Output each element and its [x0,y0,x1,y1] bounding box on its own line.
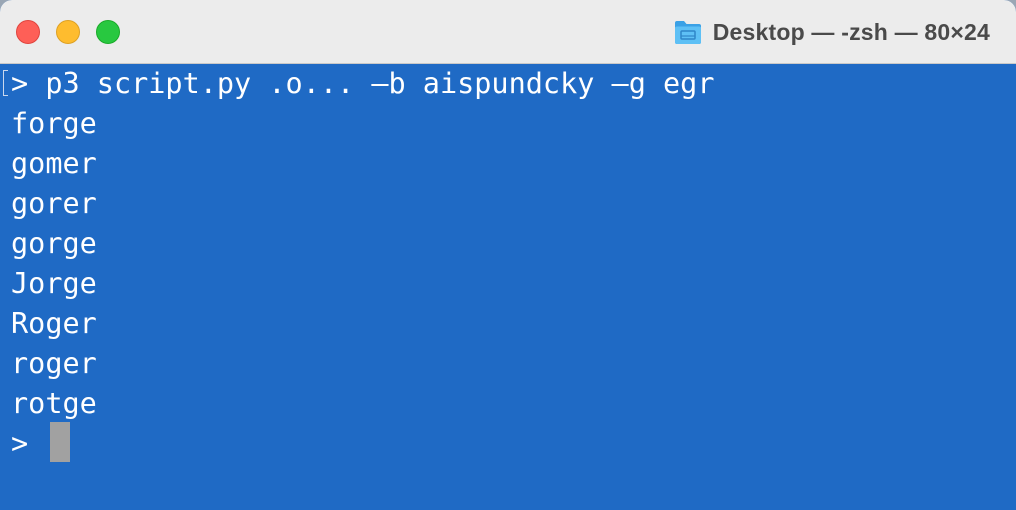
window-title: Desktop — -zsh — 80×24 [712,18,990,45]
output-line: Jorge [11,267,97,300]
command-line: > p3 script.py .o... –b aispundcky –g eg… [11,67,715,100]
terminal-content[interactable]: > p3 script.py .o... –b aispundcky –g eg… [0,64,1016,510]
output-line: rotge [11,387,97,420]
output-line: gorer [11,187,97,220]
output-line: Roger [11,307,97,340]
output-line: forge [11,107,97,140]
output-line: roger [11,347,97,380]
minimize-button[interactable] [56,20,80,44]
window-title-group: Desktop — -zsh — 80×24 [673,14,990,50]
terminal-window: Desktop — -zsh — 80×24 > p3 script.py .o… [0,0,1016,510]
zoom-button[interactable] [96,20,120,44]
output-line: gomer [11,147,97,180]
close-button[interactable] [16,20,40,44]
prompt-symbol: > [11,427,29,460]
output-line: gorge [11,227,97,260]
title-bar[interactable]: Desktop — -zsh — 80×24 [0,0,1016,64]
text-cursor [50,422,70,462]
folder-icon [674,21,701,44]
mark-bracket-icon [3,70,8,96]
